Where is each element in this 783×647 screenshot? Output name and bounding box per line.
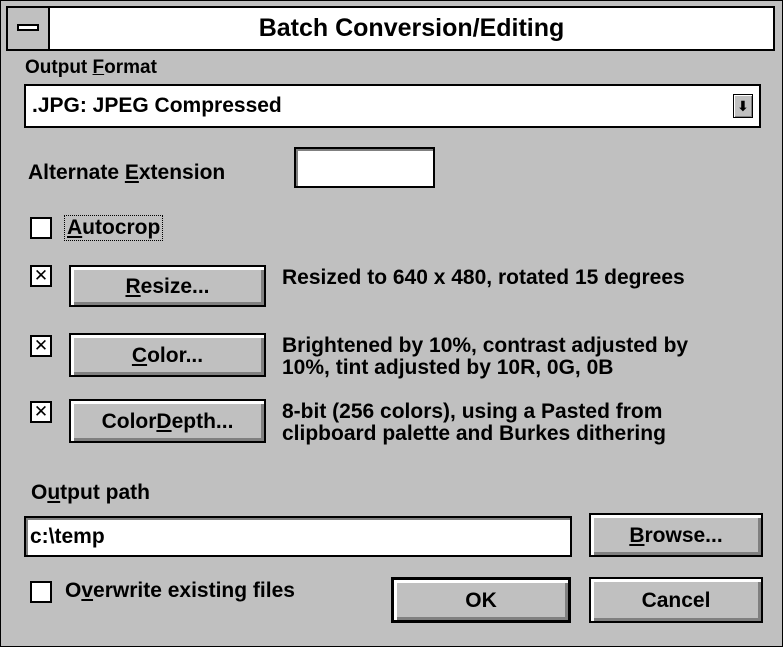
color-description-line-2: 10%, tint adjusted by 10R, 0G, 0B xyxy=(282,356,614,379)
overwrite-label: Overwrite existing files xyxy=(65,579,295,602)
alternate-extension-input[interactable] xyxy=(294,147,435,188)
window-title: Batch Conversion/Editing xyxy=(258,14,565,42)
cancel-button[interactable]: Cancel xyxy=(589,577,763,623)
color-depth-button[interactable]: Color Depth... xyxy=(69,399,266,443)
system-menu-button[interactable] xyxy=(8,8,50,49)
color-checkbox[interactable]: ✕ xyxy=(30,335,52,357)
color-depth-checkbox[interactable]: ✕ xyxy=(30,401,52,423)
ok-button[interactable]: OK xyxy=(391,577,571,623)
title-bar[interactable]: Batch Conversion/Editing xyxy=(6,6,775,51)
resize-checkbox[interactable]: ✕ xyxy=(30,265,52,287)
color-description: Brightened by 10%, contrast adjusted by … xyxy=(282,335,688,379)
output-path-input[interactable]: c:\temp xyxy=(24,516,572,557)
dropdown-arrow-icon[interactable]: ⬇ xyxy=(733,94,753,118)
output-path-label: Output path xyxy=(31,481,150,504)
system-menu-icon xyxy=(17,24,39,31)
color-depth-description-line-1: 8-bit (256 colors), using a Pasted from xyxy=(282,400,663,423)
color-description-line-1: Brightened by 10%, contrast adjusted by xyxy=(282,334,689,357)
resize-description: Resized to 640 x 480, rotated 15 degrees xyxy=(282,266,685,289)
color-depth-description-line-2: clipboard palette and Burkes dithering xyxy=(282,422,666,445)
browse-button[interactable]: Browse... xyxy=(589,513,763,557)
color-button[interactable]: Color... xyxy=(69,333,266,377)
output-format-label: Output Format xyxy=(25,57,157,78)
autocrop-label[interactable]: Autocrop xyxy=(64,215,164,241)
resize-button[interactable]: Resize... xyxy=(69,265,266,307)
alternate-extension-label: Alternate Extension xyxy=(28,161,226,184)
overwrite-checkbox[interactable] xyxy=(30,581,52,603)
output-format-dropdown[interactable]: .JPG: JPEG Compressed ⬇ xyxy=(24,84,761,128)
batch-conversion-dialog: Batch Conversion/Editing Output Format .… xyxy=(0,0,783,647)
autocrop-checkbox[interactable] xyxy=(30,217,52,239)
output-format-value: .JPG: JPEG Compressed xyxy=(32,94,282,117)
color-depth-description: 8-bit (256 colors), using a Pasted from … xyxy=(282,401,666,445)
